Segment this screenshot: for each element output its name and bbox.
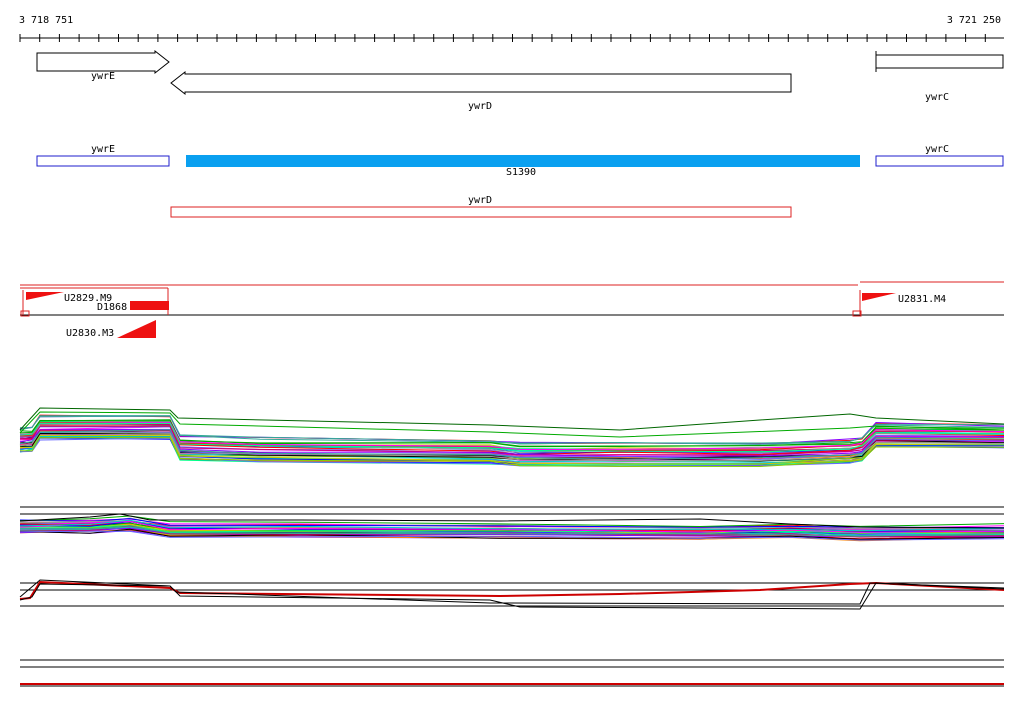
- transcript-label-ywrD: ywrD: [468, 195, 492, 206]
- gene-label-ywrE: ywrE: [91, 71, 115, 82]
- feature-track: [20, 281, 1004, 317]
- feature-U2831.M4[interactable]: [862, 293, 896, 301]
- feature-label-U2831.M4: U2831.M4: [898, 294, 946, 305]
- feature-label-D1868: D1868: [97, 302, 127, 313]
- coordinate-ruler: [19, 34, 1004, 42]
- feature-label-U2830.M3: U2830.M3: [66, 328, 114, 339]
- transcript-label-ywrE: ywrE: [91, 144, 115, 155]
- genome-browser-view: 3 718 751 3 721 250 ywrE ywrD ywrC ywrE …: [19, 15, 1005, 687]
- feature-D1868[interactable]: [130, 301, 169, 310]
- transcript-label-ywrC: ywrC: [925, 144, 949, 155]
- gene-ywrE[interactable]: [36, 49, 170, 75]
- expression-profile-track-4: [20, 659, 1004, 687]
- expression-profile-track-3: [19, 579, 1005, 610]
- end-coordinate: 3 721 250: [947, 15, 1001, 26]
- feature-U2829.M9[interactable]: [26, 292, 64, 300]
- expression-profile-track-1: [19, 407, 1005, 468]
- feature-U2830.M3[interactable]: [117, 320, 156, 338]
- gene-label-ywrC: ywrC: [925, 92, 949, 103]
- transcript-ywrC[interactable]: [875, 155, 1004, 167]
- expression-profile-track-2: [19, 506, 1005, 542]
- gene-ywrD[interactable]: [170, 70, 792, 96]
- gene-label-ywrD: ywrD: [468, 101, 492, 112]
- gene-ywrC[interactable]: [875, 51, 1004, 72]
- transcript-ywrD[interactable]: [170, 206, 792, 218]
- transcript-S1390[interactable]: [186, 155, 860, 167]
- start-coordinate: 3 718 751: [19, 15, 73, 26]
- transcript-label-S1390: S1390: [506, 167, 536, 178]
- transcript-ywrE[interactable]: [36, 155, 170, 167]
